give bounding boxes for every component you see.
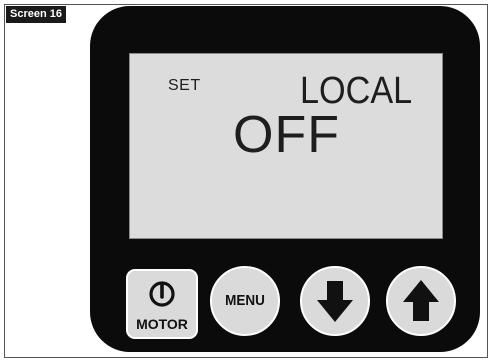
menu-button[interactable]: MENU [210,266,280,336]
down-button[interactable] [300,266,370,336]
location-label: LOCAL [300,70,413,112]
power-icon [149,281,175,307]
arrow-up-icon [403,280,439,321]
arrow-down-icon [317,281,353,322]
setting-value: OFF [233,106,340,164]
mode-label: SET [168,77,201,94]
control-panel: SET LOCAL OFF MOTOR MENU [90,6,480,352]
up-button[interactable] [386,266,456,336]
menu-label: MENU [225,292,265,309]
motor-button[interactable]: MOTOR [126,269,198,339]
motor-label: MOTOR [136,316,188,332]
screen-tag: Screen 16 [6,6,66,23]
lcd-display: SET LOCAL OFF [129,53,443,239]
